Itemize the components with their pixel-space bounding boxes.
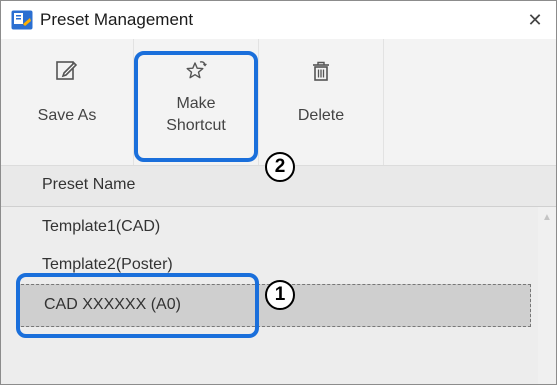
column-header-preset-name: Preset Name xyxy=(42,176,136,193)
toolbar: Save As Make Shortcut Delete xyxy=(1,39,556,166)
chevron-up-icon[interactable]: ▲ xyxy=(538,211,556,225)
list-item[interactable]: Template1(CAD) xyxy=(1,209,531,247)
close-icon: ✕ xyxy=(527,10,543,30)
preset-name: Template1(CAD) xyxy=(42,218,161,235)
save-as-label: Save As xyxy=(37,107,97,124)
app-preset-icon xyxy=(11,10,33,30)
callout-number-one: 1 xyxy=(265,280,295,310)
save-as-icon xyxy=(56,61,78,80)
vertical-scrollbar[interactable]: ▲ xyxy=(538,207,556,384)
close-button[interactable]: ✕ xyxy=(524,9,546,31)
make-shortcut-highlight xyxy=(134,51,258,162)
window-title: Preset Management xyxy=(40,10,194,29)
delete-button[interactable]: Delete xyxy=(259,39,383,165)
preset-management-window: Preset Management ✕ Save As Make Shortcu… xyxy=(0,0,557,385)
selected-preset-highlight xyxy=(16,273,259,338)
toolbar-divider xyxy=(383,39,384,165)
preset-name: Template2(Poster) xyxy=(42,256,173,273)
callout-label: 1 xyxy=(274,284,286,305)
callout-number-two: 2 xyxy=(265,152,295,182)
callout-label: 2 xyxy=(274,156,286,177)
trash-icon xyxy=(313,61,329,81)
delete-label: Delete xyxy=(297,107,345,124)
title-bar: Preset Management ✕ xyxy=(1,1,556,39)
save-as-button[interactable]: Save As xyxy=(1,39,133,165)
